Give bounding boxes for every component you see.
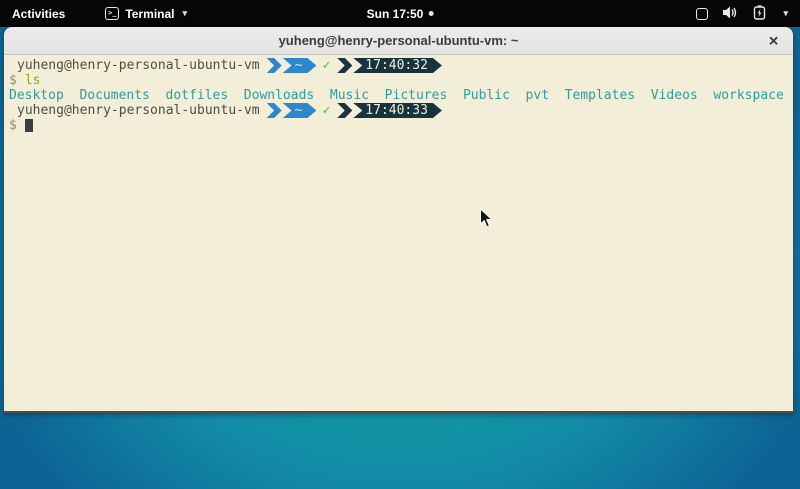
prompt-path-segment: ~ xyxy=(283,58,317,73)
app-menu-label: Terminal xyxy=(125,7,174,21)
terminal-content[interactable]: yuheng@henry-personal-ubuntu-vm ~ ✓ 17:4… xyxy=(4,55,793,411)
top-bar: Activities >_ Terminal ▾ Sun 17:50 xyxy=(0,0,800,27)
prompt-line: yuheng@henry-personal-ubuntu-vm ~ ✓ 17:4… xyxy=(9,58,789,73)
text-cursor xyxy=(25,119,33,132)
prompt-symbol: $ xyxy=(9,118,17,133)
directory-name: Downloads xyxy=(244,88,314,103)
directory-name: Pictures xyxy=(385,88,448,103)
directory-name: Music xyxy=(330,88,369,103)
terminal-window: yuheng@henry-personal-ubuntu-vm: ~ ✕ yuh… xyxy=(4,27,793,413)
directory-name: pvt xyxy=(526,88,549,103)
status-check-icon: ✓ xyxy=(322,58,330,73)
desktop: Activities >_ Terminal ▾ Sun 17:50 xyxy=(0,0,800,489)
chevron-down-icon: ▾ xyxy=(182,8,187,19)
close-icon[interactable]: ✕ xyxy=(768,34,779,47)
prompt-time-segment: 17:40:32 xyxy=(353,58,442,73)
activities-button[interactable]: Activities xyxy=(0,0,77,27)
prompt-user-host: yuheng@henry-personal-ubuntu-vm xyxy=(9,58,260,73)
powerline-arrow-icon xyxy=(337,58,352,73)
prompt-time-segment: 17:40:33 xyxy=(353,103,442,118)
powerline-arrow-icon xyxy=(337,103,352,118)
volume-icon xyxy=(723,6,738,22)
status-check-icon: ✓ xyxy=(322,103,330,118)
system-status-area[interactable]: ▾ xyxy=(696,0,800,27)
clock-label: Sun 17:50 xyxy=(367,7,424,21)
directory-name: Public xyxy=(463,88,510,103)
directory-name: dotfiles xyxy=(166,88,229,103)
prompt-path-segment: ~ xyxy=(283,103,317,118)
clock-button[interactable]: Sun 17:50 xyxy=(367,0,434,27)
prompt-line: yuheng@henry-personal-ubuntu-vm ~ ✓ 17:4… xyxy=(9,103,789,118)
window-titlebar[interactable]: yuheng@henry-personal-ubuntu-vm: ~ ✕ xyxy=(4,27,793,55)
network-icon xyxy=(696,8,708,20)
notification-dot-icon xyxy=(428,11,433,16)
directory-name: Documents xyxy=(79,88,149,103)
powerline-arrow-icon xyxy=(267,103,282,118)
terminal-app-icon: >_ xyxy=(105,7,119,20)
directory-name: Videos xyxy=(651,88,698,103)
battery-charging-icon xyxy=(753,5,766,23)
window-title: yuheng@henry-personal-ubuntu-vm: ~ xyxy=(279,33,519,48)
directory-name: workspace xyxy=(713,88,783,103)
prompt-symbol: $ xyxy=(9,73,17,88)
ls-output-line: Desktop Documents dotfiles Downloads Music Pi… xyxy=(9,88,789,103)
command-line-current[interactable]: $ xyxy=(9,118,789,133)
prompt-user-host: yuheng@henry-personal-ubuntu-vm xyxy=(9,103,260,118)
command-line: $ ls xyxy=(9,73,789,88)
system-menu-chevron-icon: ▾ xyxy=(783,8,788,19)
mouse-pointer-icon xyxy=(479,208,493,234)
directory-name: Templates xyxy=(565,88,635,103)
powerline-arrow-icon xyxy=(267,58,282,73)
app-menu-terminal[interactable]: >_ Terminal ▾ xyxy=(105,0,187,27)
command-text: ls xyxy=(25,73,41,88)
directory-name: Desktop xyxy=(9,88,64,103)
